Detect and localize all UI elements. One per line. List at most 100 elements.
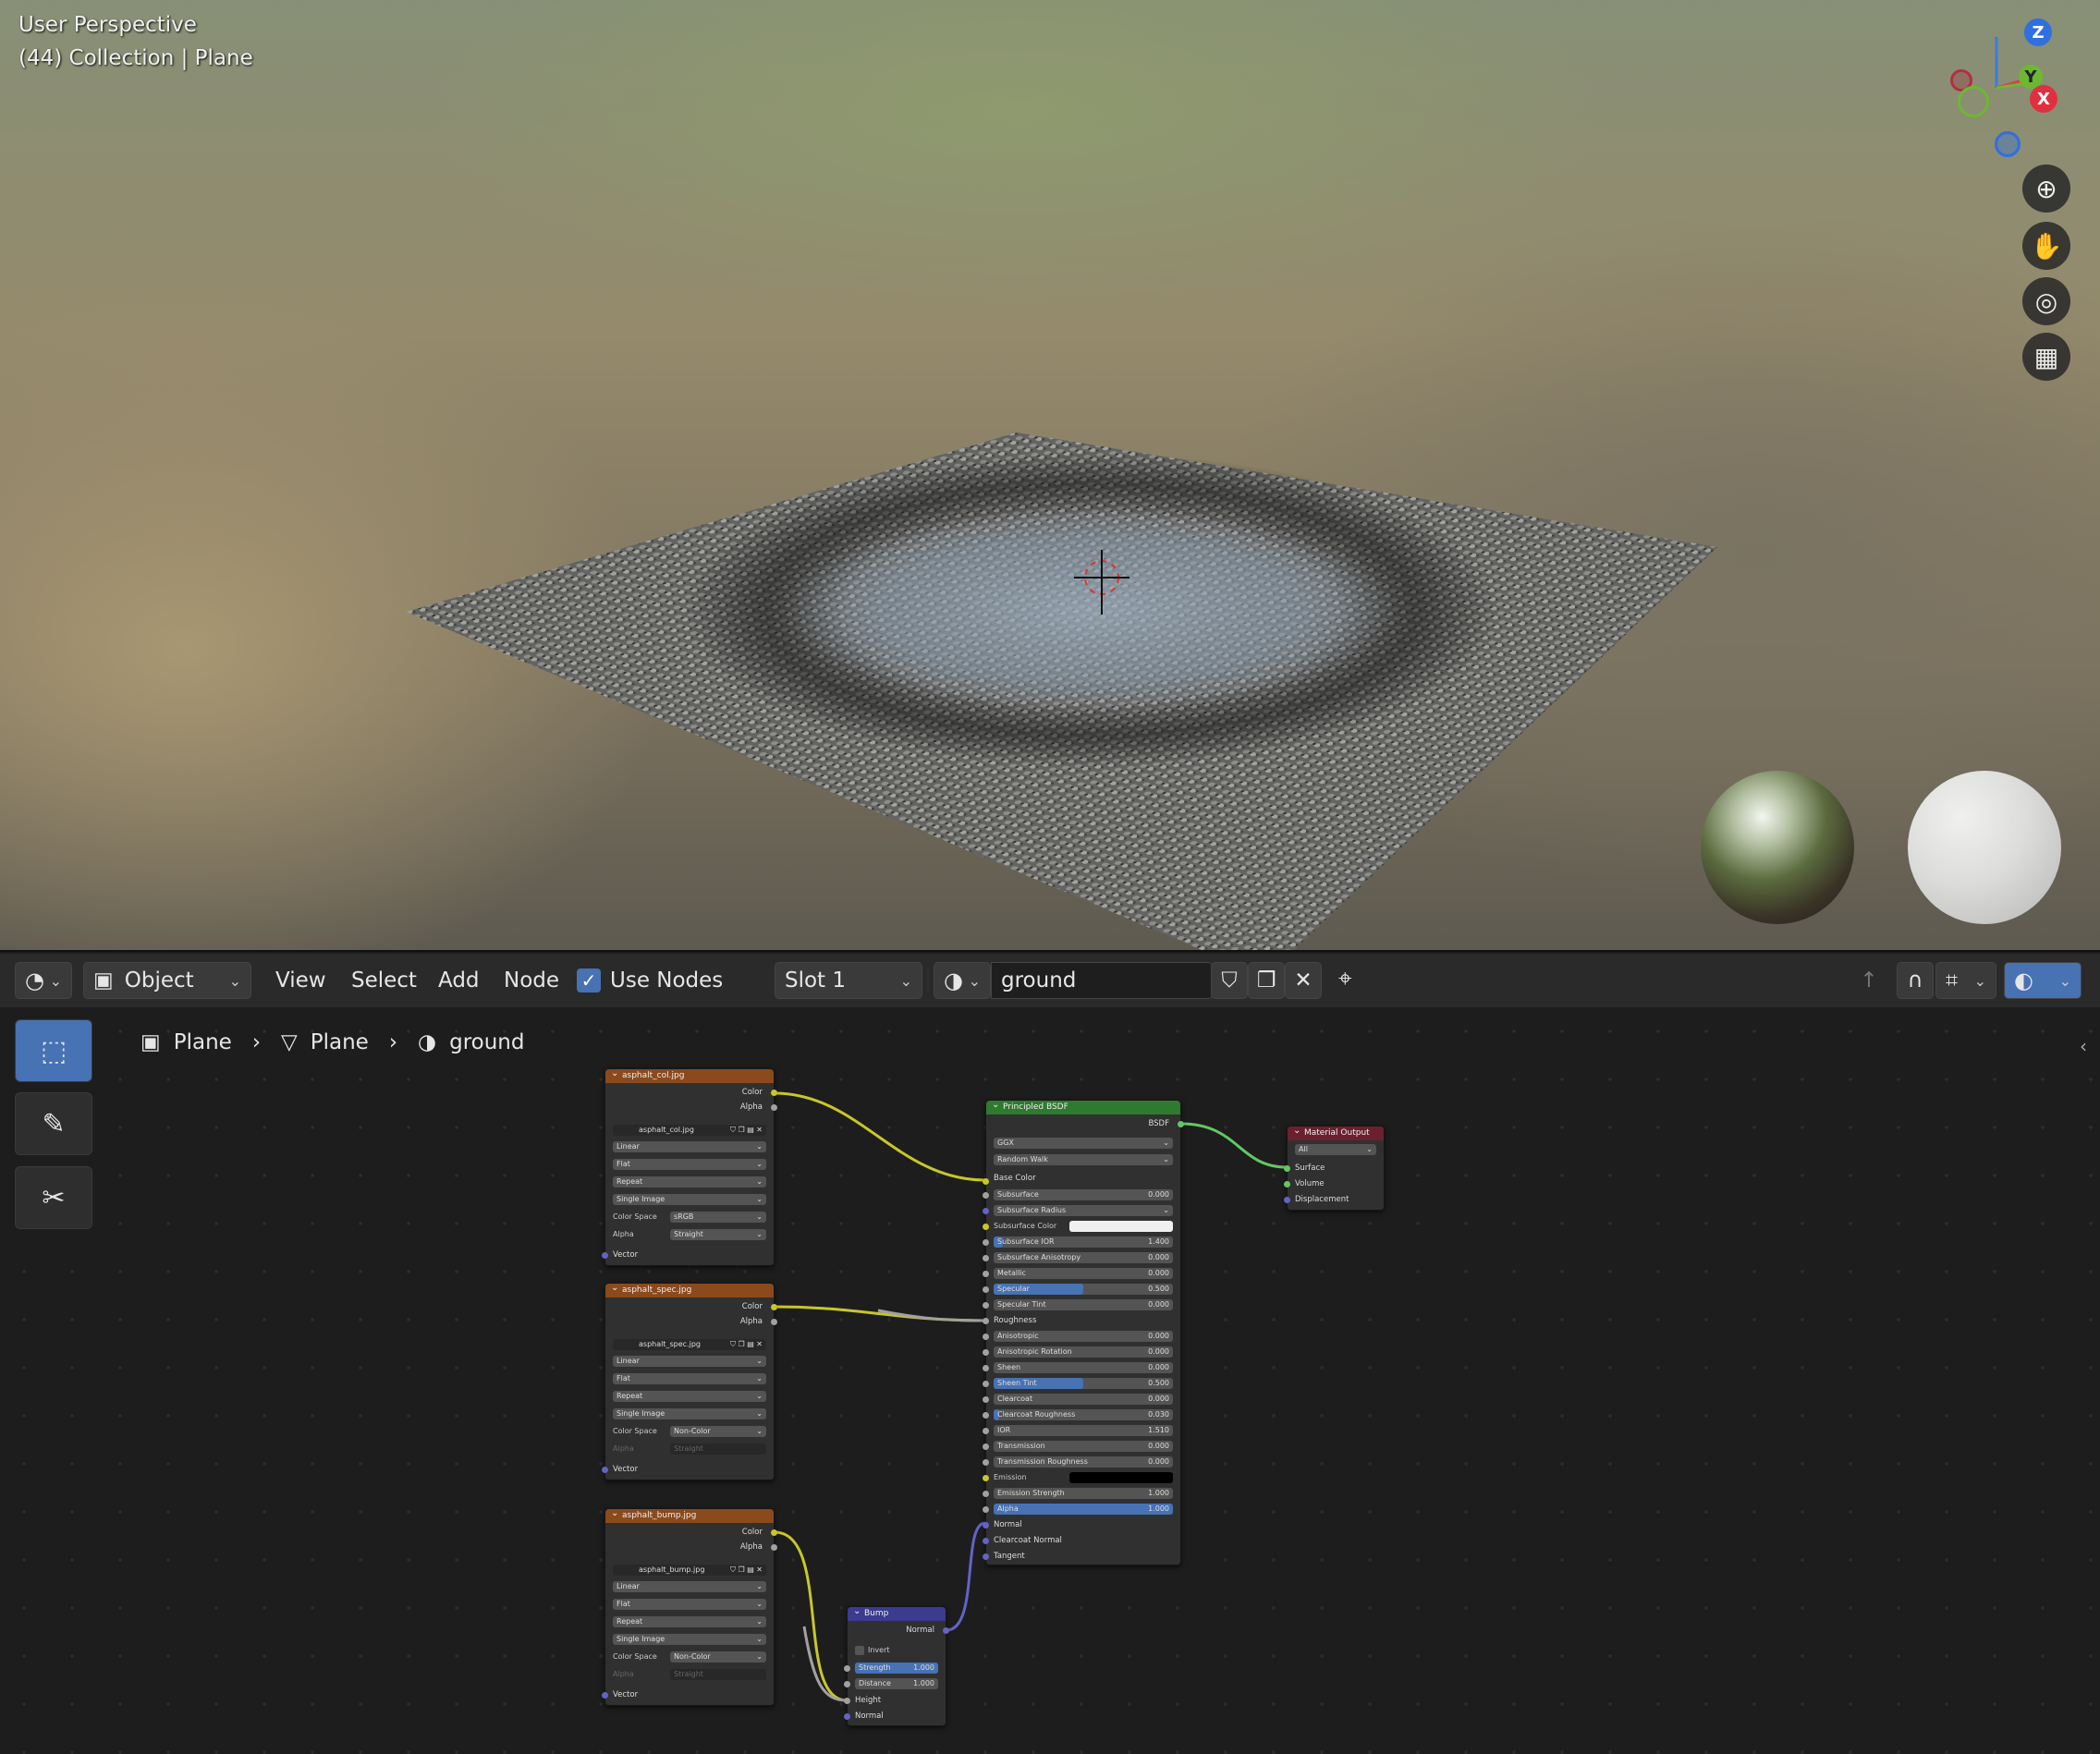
socket-param-in[interactable] [983, 1428, 989, 1434]
target-dropdown[interactable]: All ⌄ [1295, 1144, 1376, 1155]
socket-param-in[interactable] [983, 1459, 989, 1466]
node-header[interactable]: Material Output [1288, 1124, 1384, 1140]
param-slider[interactable]: IOR 1.510 [994, 1425, 1173, 1436]
socket-param-in[interactable] [983, 1412, 989, 1419]
socket-alpha-out[interactable] [771, 1319, 777, 1325]
param-slider[interactable]: Sheen Tint 0.500 [994, 1378, 1173, 1389]
socket-param-in[interactable] [983, 1286, 989, 1293]
socket-color-out[interactable] [771, 1304, 777, 1310]
socket-normal-out[interactable] [943, 1627, 949, 1634]
socket-volume-in[interactable] [1284, 1181, 1290, 1188]
image-texture-node-col[interactable]: asphalt_col.jpg Color Alpha asphalt_col.… [602, 1066, 777, 1266]
param-slider[interactable]: Specular Tint 0.000 [994, 1299, 1173, 1310]
projection-dropdown[interactable]: Flat ⌄ [613, 1373, 766, 1384]
subsurface-method-dropdown[interactable]: Random Walk ⌄ [994, 1154, 1173, 1165]
socket-param-in[interactable] [983, 1334, 989, 1340]
socket-base-color-in[interactable] [983, 1178, 989, 1185]
distance-field[interactable]: Distance 1.000 [855, 1678, 938, 1689]
source-dropdown[interactable]: Single Image ⌄ [613, 1634, 766, 1645]
param-slider[interactable]: Transmission Roughness 0.000 [994, 1456, 1173, 1468]
material-output-node[interactable]: Material Output All ⌄ Surface Volume Disp… [1284, 1124, 1385, 1211]
socket-param-in[interactable] [983, 1192, 989, 1199]
socket-param-in[interactable] [983, 1443, 989, 1450]
interpolation-dropdown[interactable]: Linear ⌄ [613, 1141, 766, 1152]
param-slider[interactable]: Subsurface 0.000 [994, 1189, 1173, 1200]
socket-param-in[interactable] [983, 1506, 989, 1513]
socket-tangent-in[interactable] [983, 1553, 989, 1560]
image-texture-node-bump[interactable]: asphalt_bump.jpg Color Alpha asphalt_bum… [602, 1506, 777, 1706]
socket-normal-in[interactable] [844, 1713, 850, 1720]
socket-normal-in[interactable] [983, 1522, 989, 1529]
socket-vector-in[interactable] [602, 1692, 608, 1699]
param-slider[interactable]: Subsurface Anisotropy 0.000 [994, 1252, 1173, 1263]
color-space-dropdown[interactable]: sRGB ⌄ [670, 1212, 766, 1223]
socket-strength-in[interactable] [844, 1665, 850, 1672]
socket-alpha-out[interactable] [771, 1544, 777, 1551]
param-slider[interactable]: Anisotropic Rotation 0.000 [994, 1346, 1173, 1358]
color-space-dropdown[interactable]: Non-Color ⌄ [670, 1426, 766, 1437]
socket-color-out[interactable] [771, 1090, 777, 1096]
socket-param-in[interactable] [983, 1475, 989, 1481]
node-header[interactable]: asphalt_col.jpg [605, 1066, 774, 1083]
node-header[interactable]: Bump [848, 1604, 946, 1621]
socket-clearcoat-normal-in[interactable] [983, 1538, 989, 1544]
socket-param-in[interactable] [983, 1381, 989, 1387]
socket-param-in[interactable] [983, 1365, 989, 1371]
color-swatch-field[interactable] [1069, 1221, 1173, 1232]
socket-param-in[interactable] [983, 1239, 989, 1246]
source-dropdown[interactable]: Single Image ⌄ [613, 1408, 766, 1419]
image-selector[interactable]: asphalt_spec.jpg ⛉ ❐ ▤ ✕ [613, 1339, 766, 1350]
node-header[interactable]: asphalt_bump.jpg [605, 1506, 774, 1523]
socket-param-in[interactable] [983, 1396, 989, 1403]
bump-node[interactable]: Bump Normal Invert Strength 1.000 Distanc… [844, 1604, 949, 1726]
image-buttons-icon[interactable]: ⛉ ❐ ▤ ✕ [730, 1125, 763, 1136]
param-slider[interactable]: Metallic 0.000 [994, 1268, 1173, 1279]
socket-alpha-out[interactable] [771, 1104, 777, 1111]
param-slider[interactable]: Clearcoat Roughness 0.030 [994, 1409, 1173, 1420]
image-buttons-icon[interactable]: ⛉ ❐ ▤ ✕ [730, 1339, 763, 1350]
param-dropdown[interactable]: Subsurface Radius ⌄ [994, 1205, 1173, 1216]
principled-bsdf-node[interactable]: Principled BSDF BSDF GGX ⌄ Random Walk ⌄ B… [983, 1098, 1184, 1565]
socket-param-in[interactable] [983, 1255, 989, 1261]
socket-param-in[interactable] [983, 1349, 989, 1356]
extension-dropdown[interactable]: Repeat ⌄ [613, 1616, 766, 1627]
invert-checkbox[interactable] [855, 1646, 864, 1655]
extension-dropdown[interactable]: Repeat ⌄ [613, 1391, 766, 1402]
projection-dropdown[interactable]: Flat ⌄ [613, 1159, 766, 1170]
alpha-dropdown[interactable]: Straight ⌄ [670, 1229, 766, 1240]
node-header[interactable]: Principled BSDF [986, 1098, 1180, 1115]
color-swatch-field[interactable] [1069, 1472, 1173, 1483]
socket-bsdf-out[interactable] [1178, 1121, 1184, 1127]
source-dropdown[interactable]: Single Image ⌄ [613, 1194, 766, 1205]
param-slider[interactable]: Sheen 0.000 [994, 1362, 1173, 1373]
socket-vector-in[interactable] [602, 1467, 608, 1473]
node-header[interactable]: asphalt_spec.jpg [605, 1281, 774, 1297]
param-slider[interactable]: Subsurface IOR 1.400 [994, 1236, 1173, 1248]
socket-displacement-in[interactable] [1284, 1197, 1290, 1203]
socket-color-out[interactable] [771, 1529, 777, 1536]
socket-param-in[interactable] [983, 1208, 989, 1214]
interpolation-dropdown[interactable]: Linear ⌄ [613, 1581, 766, 1592]
socket-distance-in[interactable] [844, 1681, 850, 1687]
image-selector[interactable]: asphalt_col.jpg ⛉ ❐ ▤ ✕ [613, 1125, 766, 1136]
image-selector[interactable]: asphalt_bump.jpg ⛉ ❐ ▤ ✕ [613, 1565, 766, 1576]
param-slider[interactable]: Alpha 1.000 [994, 1504, 1173, 1515]
socket-surface-in[interactable] [1284, 1165, 1290, 1172]
socket-vector-in[interactable] [602, 1252, 608, 1259]
projection-dropdown[interactable]: Flat ⌄ [613, 1599, 766, 1610]
color-space-dropdown[interactable]: Non-Color ⌄ [670, 1651, 766, 1663]
socket-param-in[interactable] [983, 1271, 989, 1277]
extension-dropdown[interactable]: Repeat ⌄ [613, 1176, 766, 1188]
image-buttons-icon[interactable]: ⛉ ❐ ▤ ✕ [730, 1565, 763, 1576]
param-slider[interactable]: Specular 0.500 [994, 1284, 1173, 1295]
image-texture-node-spec[interactable]: asphalt_spec.jpg Color Alpha asphalt_spe… [602, 1281, 777, 1480]
param-slider[interactable]: Transmission 0.000 [994, 1441, 1173, 1452]
socket-param-in[interactable] [983, 1491, 989, 1497]
socket-height-in[interactable] [844, 1698, 850, 1704]
param-slider[interactable]: Clearcoat 0.000 [994, 1394, 1173, 1405]
socket-param-in[interactable] [983, 1302, 989, 1309]
socket-param-in[interactable] [983, 1224, 989, 1230]
param-slider[interactable]: Anisotropic 0.000 [994, 1331, 1173, 1342]
distribution-dropdown[interactable]: GGX ⌄ [994, 1138, 1173, 1149]
strength-field[interactable]: Strength 1.000 [855, 1663, 938, 1674]
